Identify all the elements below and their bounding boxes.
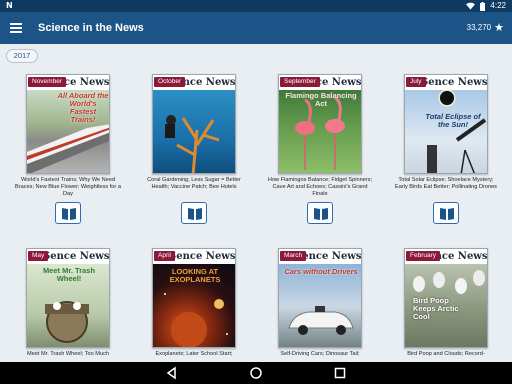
cover-art bbox=[153, 90, 235, 173]
read-issue-button[interactable] bbox=[55, 202, 81, 224]
clock: 4:22 bbox=[490, 1, 506, 10]
cover-headline: All Aboard the World's Fastest Trains! bbox=[57, 91, 109, 124]
month-tab: March bbox=[280, 251, 307, 261]
book-open-icon bbox=[440, 208, 454, 220]
eclipse-illustration bbox=[427, 89, 487, 173]
issue-caption: World's Fastest Trains; Why We Need Brac… bbox=[15, 177, 121, 197]
month-tab: February bbox=[406, 251, 441, 261]
read-issue-button[interactable] bbox=[433, 202, 459, 224]
cover-headline: Cars without Drivers bbox=[284, 267, 358, 276]
issue-caption: Coral Gardening; Less Sugar = Better Hea… bbox=[147, 177, 241, 190]
month-tab: October bbox=[154, 77, 186, 87]
issue-grid: 2017 Sence News November All Aboard the … bbox=[0, 44, 512, 362]
rating-count-value: 33,270 bbox=[466, 23, 492, 32]
issue-cover[interactable]: Sence News April LOOKING AT EXOPLANETS bbox=[152, 248, 236, 348]
home-circle-icon[interactable] bbox=[248, 365, 264, 381]
issue-caption: Exoplanets; Later School Start; bbox=[155, 351, 233, 357]
issue-caption: Total Solar Eclipse; Shoelace Mystery; E… bbox=[395, 177, 497, 190]
system-nav-bar bbox=[0, 362, 512, 384]
issue-cover[interactable]: Sence News February Bird Poop Keeps Arct… bbox=[404, 248, 488, 348]
cover-headline: Total Eclipse of the Sun! bbox=[425, 112, 481, 129]
rating-count[interactable]: 33,270 ★ bbox=[467, 12, 504, 44]
status-bar: N 4:22 bbox=[0, 0, 512, 12]
app-title: Science in the News bbox=[38, 22, 144, 34]
book-open-icon bbox=[314, 208, 328, 220]
issue-cover[interactable]: Sence News September Flamingo Balancing … bbox=[278, 74, 362, 174]
book-open-icon bbox=[62, 208, 76, 220]
issue-cover[interactable]: Sence News March Cars without Drivers bbox=[278, 248, 362, 348]
cover-art bbox=[405, 89, 487, 173]
recents-square-icon[interactable] bbox=[332, 365, 348, 381]
year-filter-chip[interactable]: 2017 bbox=[6, 49, 38, 63]
screen: N 4:22 Science in the News 33,270 ★ 2017… bbox=[0, 0, 512, 384]
cover-art bbox=[279, 264, 361, 347]
month-tab: April bbox=[154, 251, 176, 261]
battery-icon bbox=[480, 1, 486, 11]
issue-caption: How Flamingos Balance; Fidget Spinners; … bbox=[267, 177, 373, 197]
app-bar: Science in the News 33,270 ★ bbox=[0, 12, 512, 44]
issue-cover[interactable]: Sence News May Meet Mr. Trash Wheel! bbox=[26, 248, 110, 348]
cover-headline: Meet Mr. Trash Wheel! bbox=[42, 266, 96, 283]
wifi-icon bbox=[466, 2, 476, 10]
cover-headline: Bird Poop Keeps Arctic Cool bbox=[413, 296, 459, 321]
issue-cover[interactable]: Sence News July Total Eclipse of the Sun… bbox=[404, 74, 488, 174]
cover-headline: Flamingo Balancing Act bbox=[285, 91, 357, 108]
issue-cover[interactable]: Sence News October bbox=[152, 74, 236, 174]
issue-cover[interactable]: Sence News November All Aboard the World… bbox=[26, 74, 110, 174]
month-tab: May bbox=[28, 251, 49, 261]
coral-illustration bbox=[165, 115, 220, 173]
issue-caption: Meet Mr. Trash Wheel; Too Much bbox=[27, 351, 109, 357]
book-open-icon bbox=[188, 208, 202, 220]
notification-n-icon: N bbox=[6, 1, 13, 10]
read-issue-button[interactable] bbox=[307, 202, 333, 224]
month-tab: July bbox=[406, 77, 426, 87]
issue-caption: Bird Poop and Clouds; Record- bbox=[407, 351, 485, 357]
menu-icon[interactable] bbox=[10, 22, 24, 34]
read-issue-button[interactable] bbox=[181, 202, 207, 224]
issue-caption: Self-Driving Cars; Dinosaur Tail; bbox=[280, 351, 360, 357]
month-tab: November bbox=[28, 77, 66, 87]
cover-headline: LOOKING AT EXOPLANETS bbox=[169, 267, 221, 284]
status-icons: 4:22 bbox=[466, 0, 506, 12]
month-tab: September bbox=[280, 77, 320, 87]
self-driving-car-illustration bbox=[288, 306, 354, 335]
star-icon: ★ bbox=[494, 22, 504, 34]
back-triangle-icon[interactable] bbox=[164, 365, 180, 381]
